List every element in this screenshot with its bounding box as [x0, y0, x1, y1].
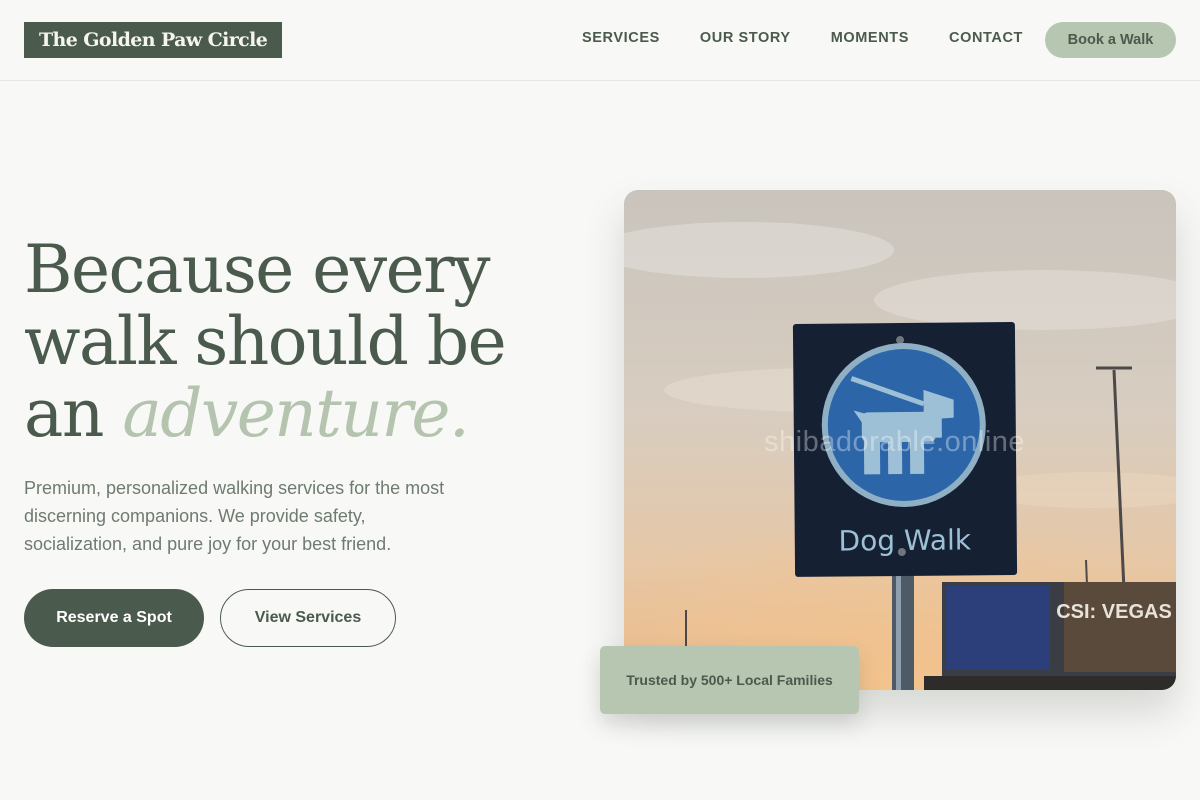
brand-logo[interactable]: The Golden Paw Circle	[24, 22, 283, 58]
billboard-text: CSI: VEGAS	[1056, 601, 1172, 623]
trust-badge: Trusted by 500+ Local Families	[600, 646, 859, 714]
headline-accent-word: adventure.	[122, 375, 470, 452]
nav-links: SERVICES OUR STORY MOMENTS CONTACT	[582, 30, 1023, 46]
nav-link-our-story[interactable]: OUR STORY	[700, 30, 791, 46]
book-walk-button[interactable]: Book a Walk	[1045, 22, 1176, 58]
headline-line-2: walk should be	[24, 303, 507, 380]
sign-text: Dog Walk	[838, 523, 971, 557]
nav-link-moments[interactable]: MOMENTS	[831, 30, 909, 46]
nav-link-contact[interactable]: CONTACT	[949, 30, 1023, 46]
headline-line-1: Because every	[24, 231, 491, 308]
photo-watermark: shibadorable.online	[764, 426, 1026, 458]
hero-subtext: Premium, personalized walking services f…	[24, 478, 445, 554]
headline-line-3: an	[24, 375, 104, 452]
hero-photo: CSI: VEGAS Dog Walk shibadorable.online	[624, 190, 1176, 690]
nav-link-services[interactable]: SERVICES	[582, 30, 660, 46]
top-navigation: The Golden Paw Circle SERVICES OUR STORY…	[0, 0, 1200, 81]
reserve-spot-button[interactable]: Reserve a Spot	[24, 589, 204, 647]
hero-headline: Because every walk should be an adventur…	[24, 234, 584, 450]
view-services-button[interactable]: View Services	[220, 589, 396, 647]
